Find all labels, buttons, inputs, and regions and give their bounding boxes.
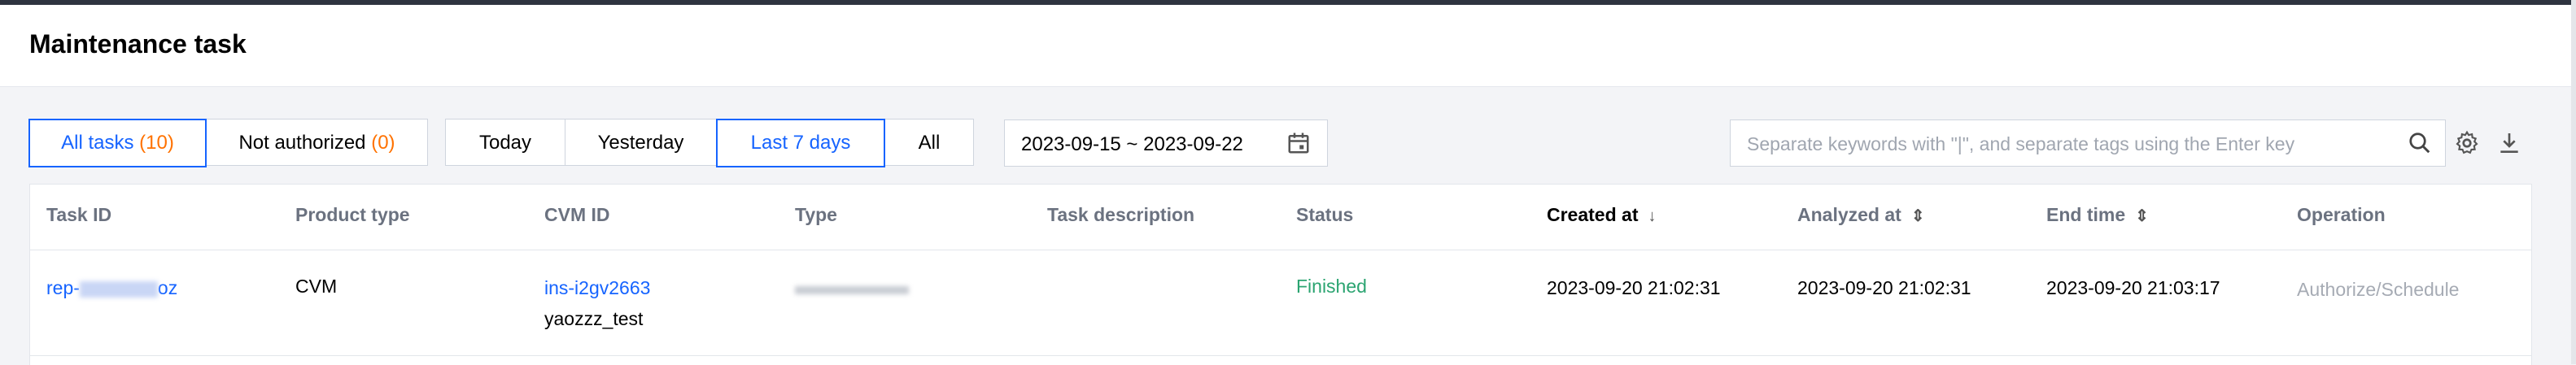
table-header: Task ID Product type CVM ID Type Task de… bbox=[30, 185, 2531, 250]
col-status: Status bbox=[1296, 204, 1354, 225]
tab-yesterday[interactable]: Yesterday bbox=[565, 119, 717, 166]
cvm-name: yaozzz_test bbox=[544, 308, 644, 329]
search-icon[interactable] bbox=[2408, 131, 2432, 155]
gear-icon[interactable] bbox=[2454, 130, 2480, 156]
sort-down-icon[interactable]: ↓ bbox=[1648, 207, 1656, 226]
col-product-type: Product type bbox=[295, 204, 410, 225]
status-badge: Finished bbox=[1296, 276, 1367, 297]
search-box bbox=[1730, 119, 2446, 167]
col-type: Type bbox=[795, 204, 837, 225]
tab-today[interactable]: Today bbox=[445, 119, 565, 166]
col-task-description: Task description bbox=[1047, 204, 1195, 225]
date-range-value: 2023-09-15 ~ 2023-09-22 bbox=[1021, 133, 1243, 155]
tab-last-7-days[interactable]: Last 7 days bbox=[716, 119, 885, 167]
task-id-link[interactable]: rep-oz bbox=[46, 277, 177, 299]
task-filter-tabs: All tasks (10) Not authorized (0) bbox=[28, 119, 428, 167]
tab-not-authorized-label: Not authorized bbox=[238, 132, 366, 154]
calendar-icon bbox=[1288, 133, 1309, 154]
page-title: Maintenance task bbox=[29, 29, 247, 59]
analyzed-at: 2023-09-20 21:02:31 bbox=[1797, 277, 1971, 298]
tab-all[interactable]: All bbox=[884, 119, 974, 166]
tab-not-authorized-count: (0) bbox=[371, 132, 395, 154]
time-filter-tabs: Today Yesterday Last 7 days All bbox=[445, 119, 974, 167]
created-at: 2023-09-20 21:02:31 bbox=[1547, 277, 1721, 298]
col-end-time[interactable]: End time ⇕ bbox=[2046, 204, 2149, 226]
page-header: Maintenance task bbox=[0, 5, 2571, 87]
search-input[interactable] bbox=[1731, 120, 2399, 167]
row-divider bbox=[30, 355, 2531, 356]
col-end-time-label: End time bbox=[2046, 204, 2126, 225]
tab-not-authorized[interactable]: Not authorized (0) bbox=[206, 119, 428, 166]
scrollbar[interactable] bbox=[2571, 0, 2576, 364]
sort-icon[interactable]: ⇕ bbox=[1911, 206, 1925, 226]
tab-all-tasks-count: (10) bbox=[139, 132, 174, 154]
tab-all-tasks-label: All tasks bbox=[61, 132, 134, 154]
col-created-at-label: Created at bbox=[1547, 204, 1639, 225]
cvm-id-link[interactable]: ins-i2gv2663 bbox=[544, 277, 650, 299]
col-operation: Operation bbox=[2297, 204, 2386, 225]
authorize-schedule-link[interactable]: Authorize/Schedule bbox=[2297, 279, 2459, 301]
tab-all-tasks[interactable]: All tasks (10) bbox=[28, 119, 207, 167]
redacted-block bbox=[79, 280, 158, 298]
col-analyzed-at[interactable]: Analyzed at ⇕ bbox=[1797, 204, 1925, 226]
tasks-table: Task ID Product type CVM ID Type Task de… bbox=[29, 184, 2532, 365]
task-type bbox=[795, 277, 909, 299]
col-task-id: Task ID bbox=[46, 204, 112, 225]
date-range-picker[interactable]: 2023-09-15 ~ 2023-09-22 bbox=[1004, 119, 1328, 167]
download-icon[interactable] bbox=[2496, 130, 2522, 156]
sort-icon[interactable]: ⇕ bbox=[2135, 206, 2149, 226]
col-analyzed-at-label: Analyzed at bbox=[1797, 204, 1901, 225]
end-time: 2023-09-20 21:03:17 bbox=[2046, 277, 2220, 298]
col-cvm-id: CVM ID bbox=[544, 204, 610, 225]
task-id-prefix: rep- bbox=[46, 277, 80, 298]
product-type: CVM bbox=[295, 276, 338, 297]
col-created-at[interactable]: Created at ↓ bbox=[1547, 204, 1656, 226]
redacted-block bbox=[795, 286, 909, 294]
task-id-suffix: oz bbox=[157, 277, 178, 298]
